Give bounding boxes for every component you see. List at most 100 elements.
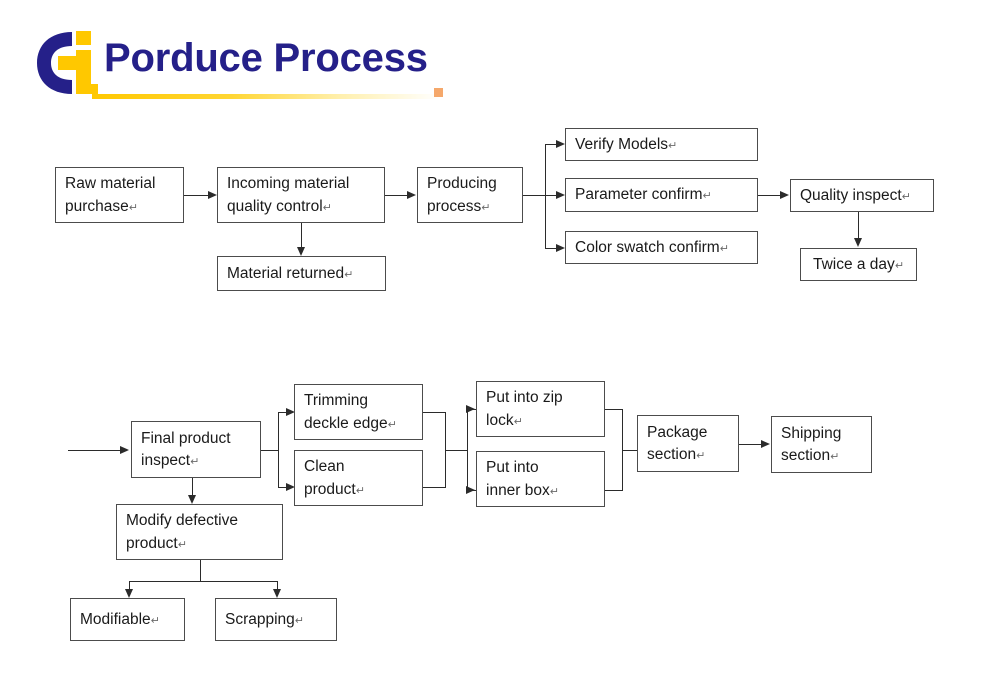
arrowhead-right-icon: [466, 485, 475, 494]
paragraph-mark-icon: ↵: [830, 451, 840, 463]
connector-incoming-to-returned: [301, 223, 302, 249]
arrowhead-right-icon: [208, 190, 217, 199]
node-line-1: Modifiable↵: [80, 610, 160, 628]
paragraph-mark-icon: ↵: [549, 485, 559, 498]
connector-merge-to-split: [445, 450, 467, 451]
node-line-1: Shipping: [781, 424, 842, 442]
node-quality-inspect[interactable]: Quality inspect↵: [790, 179, 934, 212]
arrowhead-down-icon: [853, 238, 862, 247]
node-verify-models[interactable]: Verify Models↵: [565, 128, 758, 161]
node-line-1: Scrapping↵: [225, 610, 305, 628]
connector-merge-to-package: [622, 450, 638, 451]
paragraph-mark-icon: ↵: [344, 268, 354, 281]
paragraph-mark-icon: ↵: [702, 190, 712, 203]
node-line-2: section↵: [647, 446, 706, 463]
node-producing-process[interactable]: Producing process↵: [417, 167, 523, 223]
connector-zip-out: [605, 409, 622, 410]
node-line-1: Put into: [486, 459, 539, 477]
node-line-2: product↵: [304, 480, 365, 498]
arrowhead-down-icon: [124, 589, 133, 598]
node-line-2: purchase↵: [65, 197, 138, 215]
node-modifiable[interactable]: Modifiable↵: [70, 598, 185, 641]
node-line-1: Producing: [427, 175, 497, 193]
node-material-returned[interactable]: Material returned↵: [217, 256, 386, 291]
arrowhead-right-icon: [556, 243, 565, 252]
node-line-2: process↵: [427, 197, 491, 215]
connector-entry-to-final-inspect: [68, 450, 121, 451]
paragraph-mark-icon: ↵: [177, 538, 187, 551]
node-twice-a-day[interactable]: Twice a day↵: [800, 248, 917, 281]
node-package-section[interactable]: Package section↵: [637, 415, 739, 472]
arrowhead-down-icon: [187, 495, 196, 504]
node-line-1: Clean: [304, 458, 345, 476]
paragraph-mark-icon: ↵: [901, 190, 911, 203]
arrowhead-right-icon: [120, 445, 129, 454]
node-line-2: deckle edge↵: [304, 414, 397, 432]
connector-trimming-out: [423, 412, 445, 413]
connector-inner-out: [605, 490, 622, 491]
paragraph-mark-icon: ↵: [719, 242, 729, 255]
connector-modify-stub: [200, 560, 201, 581]
connector-incoming-to-producing: [385, 195, 408, 196]
ci-logo-icon: [34, 28, 100, 98]
node-line-1: Modify defective: [126, 512, 238, 530]
connector-final-inspect-bus: [278, 412, 279, 488]
connector-final-inspect-stub: [261, 450, 278, 451]
node-line-2: lock↵: [486, 411, 523, 429]
connector-raw-to-incoming: [184, 195, 209, 196]
node-raw-material-purchase[interactable]: Raw material purchase↵: [55, 167, 184, 223]
node-final-product-inspect[interactable]: Final product inspect↵: [131, 421, 261, 478]
paragraph-mark-icon: ↵: [894, 259, 905, 272]
node-shipping-section[interactable]: Shipping section↵: [771, 416, 872, 473]
paragraph-mark-icon: ↵: [668, 139, 678, 152]
connector-modify-bus: [129, 581, 277, 582]
paragraph-mark-icon: ↵: [355, 484, 365, 497]
node-clean-product[interactable]: Clean product↵: [294, 450, 423, 506]
paragraph-mark-icon: ↵: [190, 456, 200, 468]
connector-quality-to-twice: [858, 212, 859, 239]
node-modify-defective-product[interactable]: Modify defective product↵: [116, 504, 283, 560]
arrowhead-right-icon: [780, 190, 789, 199]
node-scrapping[interactable]: Scrapping↵: [215, 598, 337, 641]
node-line-1: Color swatch confirm↵: [575, 238, 729, 256]
connector-final-to-modify: [192, 478, 193, 496]
node-color-swatch-confirm[interactable]: Color swatch confirm↵: [565, 231, 758, 264]
arrowhead-right-icon: [556, 190, 565, 199]
paragraph-mark-icon: ↵: [294, 614, 305, 627]
node-put-into-inner-box[interactable]: Put into inner box↵: [476, 451, 605, 507]
paragraph-mark-icon: ↵: [387, 418, 397, 431]
paragraph-mark-icon: ↵: [696, 450, 706, 462]
connector-package-to-shipping: [739, 444, 762, 445]
node-parameter-confirm[interactable]: Parameter confirm↵: [565, 178, 758, 212]
node-line-1: Package: [647, 423, 708, 441]
connector-split-bus-1: [467, 409, 468, 491]
arrowhead-down-icon: [272, 589, 281, 598]
node-line-1: Material returned↵: [227, 264, 354, 282]
node-line-1: Incoming material: [227, 175, 350, 193]
title-accent-square: [434, 88, 443, 97]
arrowhead-down-icon: [296, 247, 305, 256]
node-line-1: Trimming: [304, 392, 369, 410]
slide-header: Porduce Process: [0, 0, 990, 110]
connector-parameter-to-quality: [758, 195, 781, 196]
node-line-1: Final product: [141, 429, 231, 447]
connector-producing-bus: [545, 144, 546, 248]
node-line-1: Raw material: [65, 175, 156, 193]
node-trimming-deckle-edge[interactable]: Trimming deckle edge↵: [294, 384, 423, 440]
paragraph-mark-icon: ↵: [481, 201, 491, 214]
node-line-1: Parameter confirm↵: [575, 186, 712, 204]
node-line-2: quality control↵: [227, 197, 332, 215]
node-line-2: section↵: [781, 447, 840, 464]
title-underline-rule: [92, 94, 440, 99]
arrowhead-right-icon: [761, 439, 770, 448]
node-put-into-zip-lock[interactable]: Put into zip lock↵: [476, 381, 605, 437]
node-incoming-material-quality-control[interactable]: Incoming material quality control↵: [217, 167, 385, 223]
node-line-2: inspect↵: [141, 452, 200, 469]
arrowhead-right-icon: [556, 139, 565, 148]
node-line-1: Twice a day↵: [812, 255, 905, 273]
node-line-2: inner box↵: [486, 481, 559, 499]
arrowhead-right-icon: [466, 404, 475, 413]
arrowhead-right-icon: [407, 190, 416, 199]
node-line-1: Put into zip: [486, 389, 563, 407]
connector-clean-out: [423, 487, 445, 488]
